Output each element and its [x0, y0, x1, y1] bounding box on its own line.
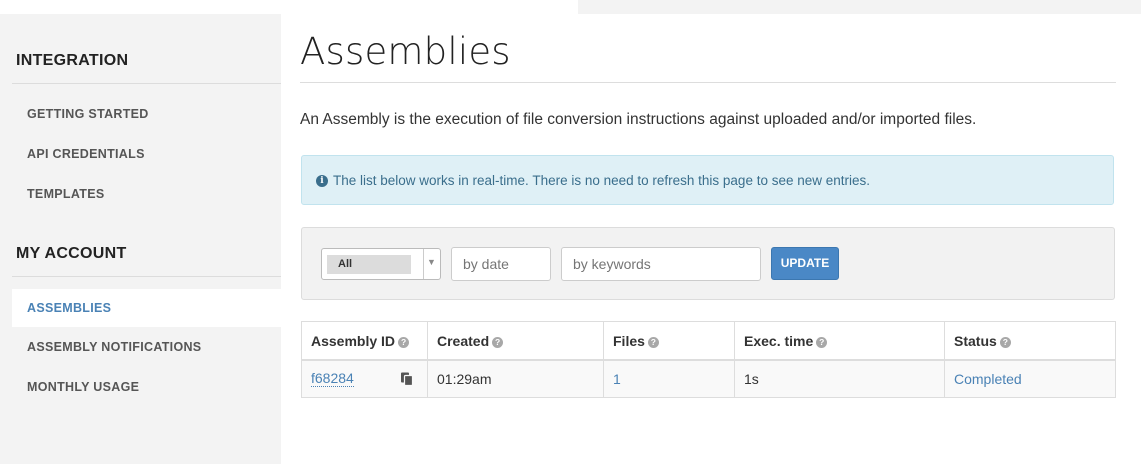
- date-filter-input[interactable]: [451, 247, 551, 281]
- sidebar-item-assembly-notifications[interactable]: ASSEMBLY NOTIFICATIONS: [12, 329, 281, 365]
- sidebar-heading-my-account: MY ACCOUNT: [16, 245, 127, 262]
- cell-files: 1: [603, 359, 735, 398]
- help-icon[interactable]: ?: [816, 336, 828, 348]
- cell-exec-time: 1s: [734, 359, 945, 398]
- chevron-down-icon: ▼: [427, 257, 436, 267]
- info-alert: i The list below works in real-time. The…: [301, 155, 1114, 205]
- title-divider: [300, 82, 1116, 83]
- alert-text: The list below works in real-time. There…: [333, 173, 871, 188]
- sidebar-item-monthly-usage[interactable]: MONTHLY USAGE: [12, 369, 281, 405]
- help-icon[interactable]: ?: [999, 336, 1011, 348]
- column-header-exec-time[interactable]: Exec. time?: [734, 321, 945, 361]
- sidebar-item-getting-started[interactable]: GETTING STARTED: [12, 96, 281, 132]
- select-divider: [423, 249, 424, 279]
- help-icon[interactable]: ?: [398, 336, 410, 348]
- copy-icon[interactable]: [400, 372, 414, 389]
- main-content: Assemblies An Assembly is the execution …: [281, 14, 1141, 464]
- help-icon[interactable]: ?: [647, 336, 659, 348]
- cell-created: 01:29am: [427, 359, 604, 398]
- cell-status: Completed: [944, 359, 1116, 398]
- table-row: f68284 01:29am 1 1s Completed: [301, 359, 1116, 398]
- sidebar-heading-integration: INTEGRATION: [16, 52, 129, 69]
- sidebar-divider: [12, 83, 281, 84]
- select-value: All: [327, 255, 411, 274]
- top-strip: [0, 0, 578, 14]
- status-select[interactable]: All ▼: [321, 248, 441, 280]
- column-header-created[interactable]: Created?: [427, 321, 604, 361]
- sidebar: INTEGRATION GETTING STARTED API CREDENTI…: [0, 14, 281, 464]
- table-header-row: Assembly ID? Created? Files? Exec. time?…: [301, 321, 1116, 361]
- sidebar-item-assemblies[interactable]: ASSEMBLIES: [12, 289, 281, 327]
- page-description: An Assembly is the execution of file con…: [300, 111, 977, 128]
- cell-assembly-id: f68284: [301, 359, 428, 398]
- column-header-files[interactable]: Files?: [603, 321, 735, 361]
- filter-bar: All ▼ UPDATE: [301, 227, 1115, 300]
- update-button[interactable]: UPDATE: [771, 247, 839, 280]
- column-header-status[interactable]: Status?: [944, 321, 1116, 361]
- assemblies-table: Assembly ID? Created? Files? Exec. time?…: [301, 321, 1116, 398]
- help-icon[interactable]: ?: [492, 336, 504, 348]
- sidebar-item-api-credentials[interactable]: API CREDENTIALS: [12, 136, 281, 172]
- sidebar-item-templates[interactable]: TEMPLATES: [12, 176, 281, 212]
- info-icon: i: [316, 175, 328, 187]
- assembly-id-link[interactable]: f68284: [311, 369, 354, 387]
- files-link[interactable]: 1: [613, 371, 621, 387]
- status-link[interactable]: Completed: [954, 371, 1022, 387]
- column-header-assembly-id[interactable]: Assembly ID?: [301, 321, 428, 361]
- page-title: Assemblies: [300, 30, 511, 73]
- sidebar-divider: [12, 276, 281, 277]
- keywords-filter-input[interactable]: [561, 247, 761, 281]
